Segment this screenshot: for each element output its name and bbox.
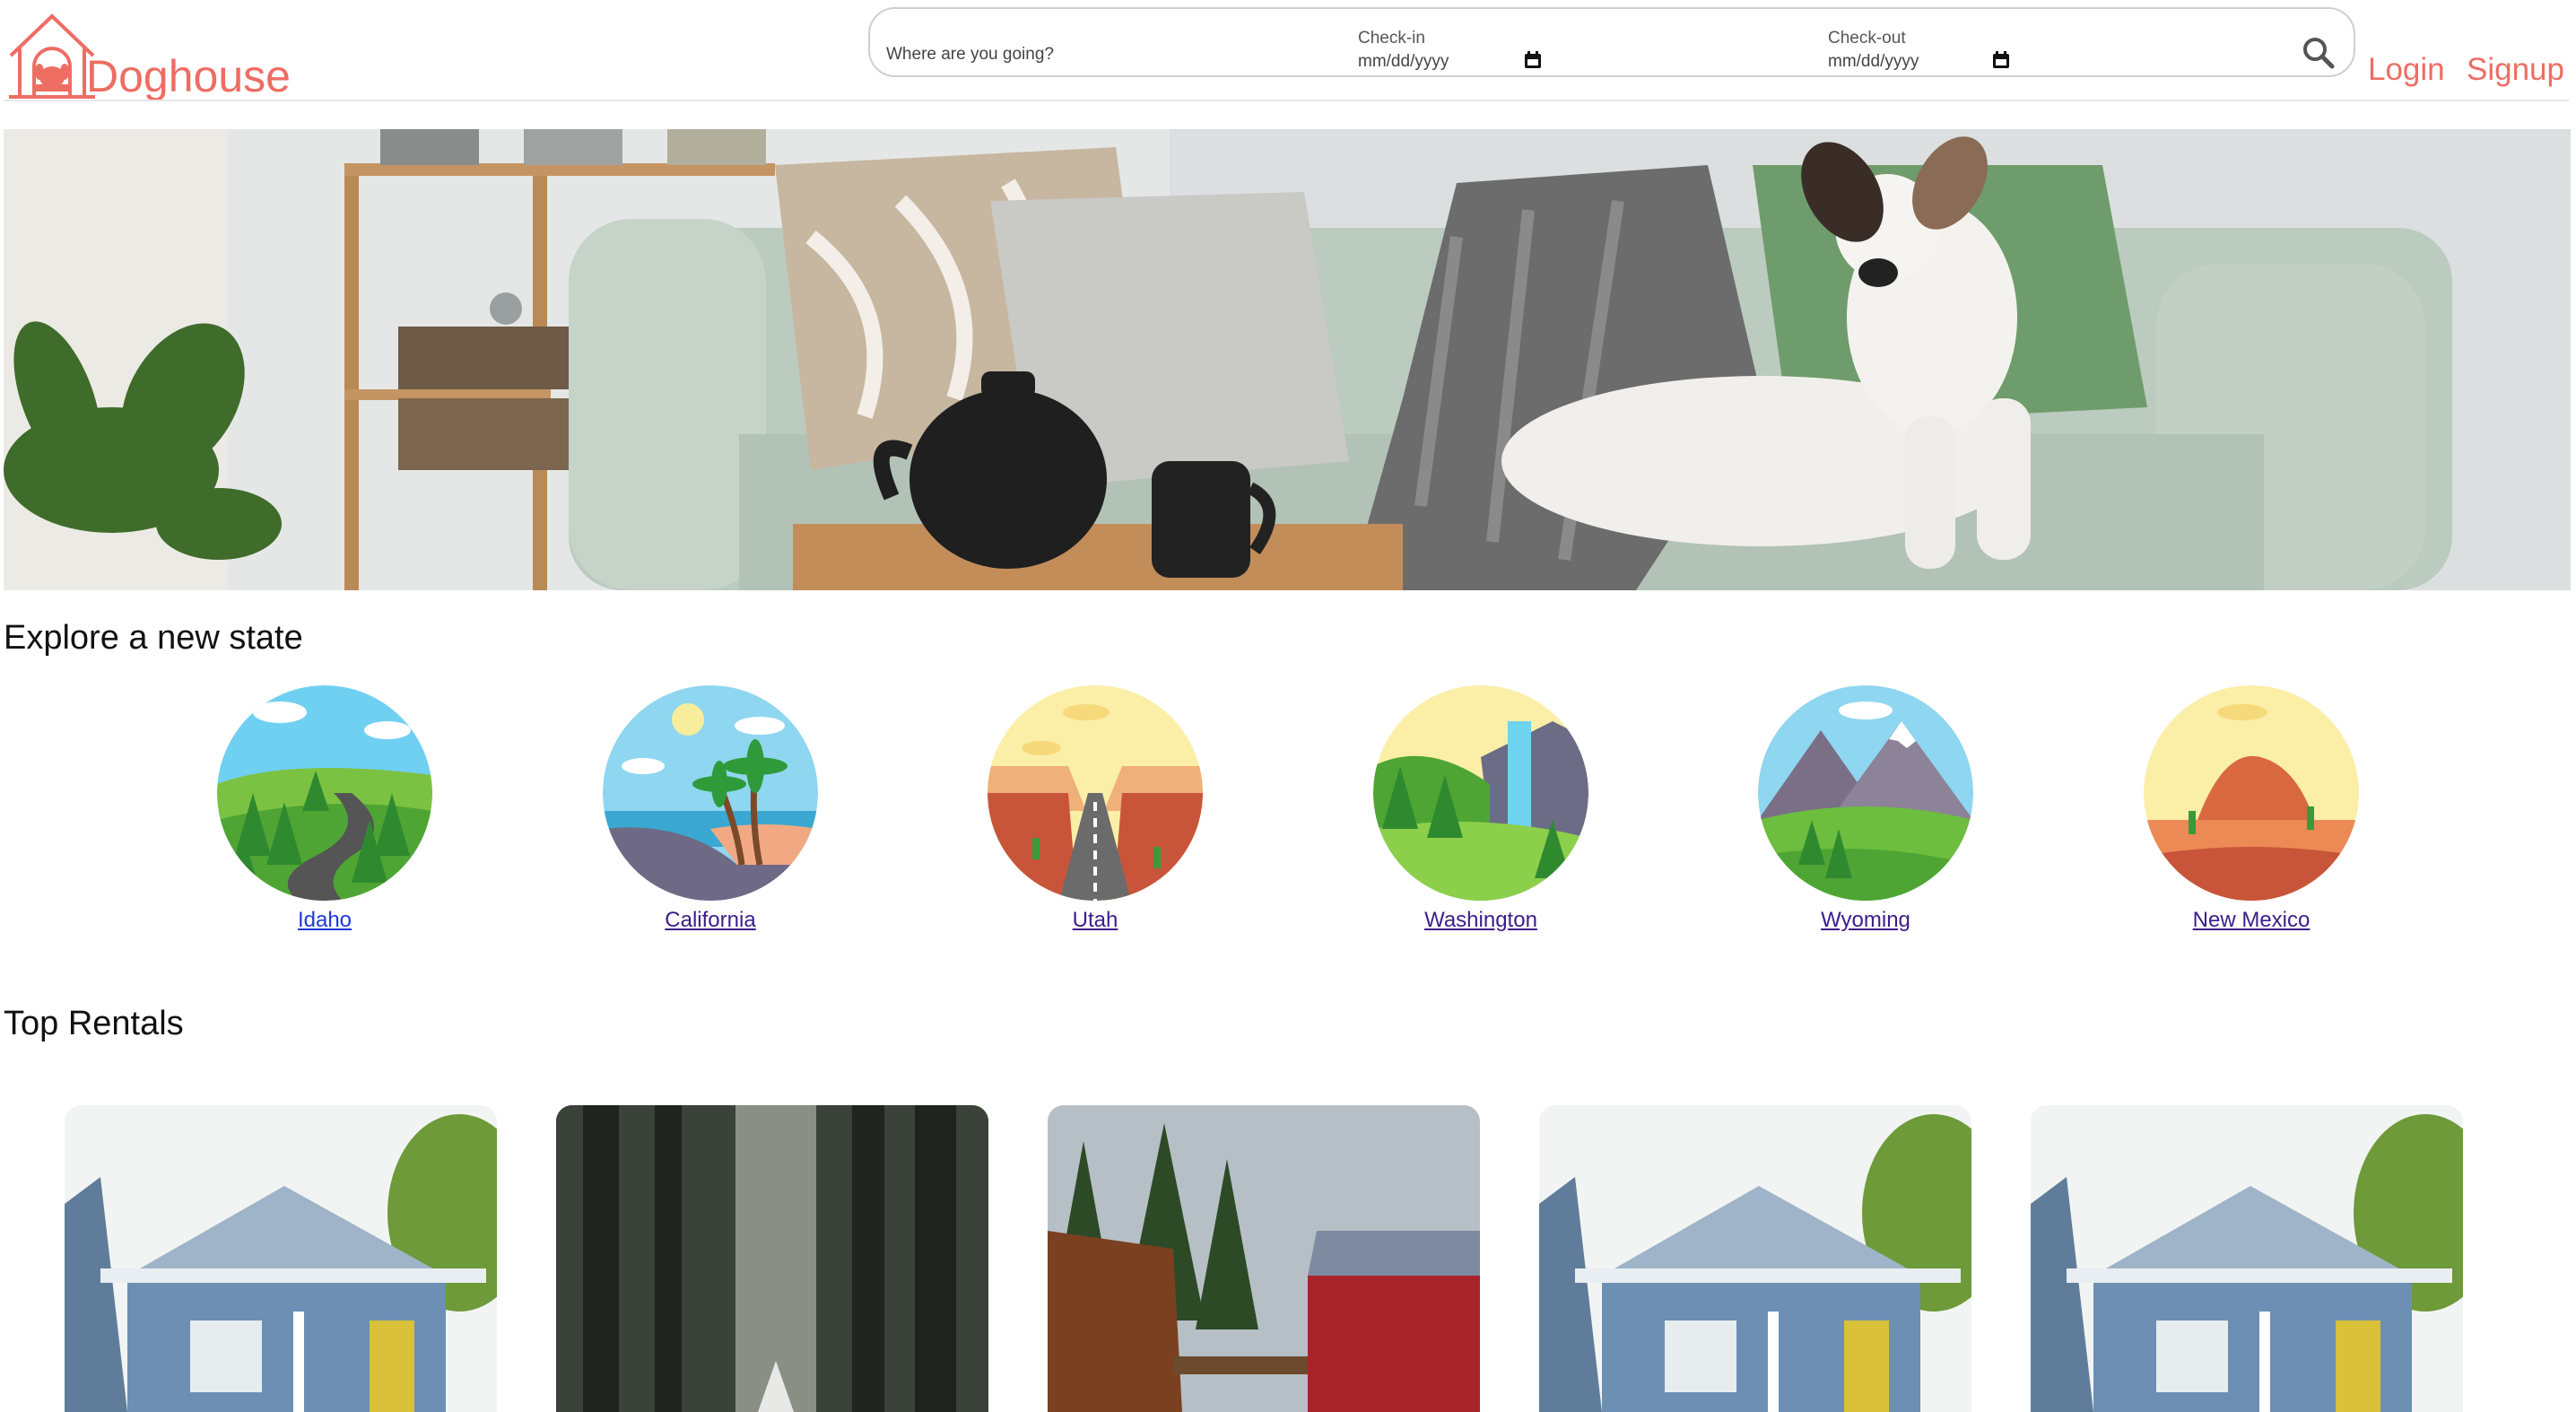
mountains-illustration (1758, 685, 1973, 901)
dog-on-sofa-photo (4, 129, 2571, 590)
site-header: Doghouse Where are you going? Check-in m… (0, 0, 2576, 101)
red-barn-photo (1048, 1105, 1480, 1412)
state-card-washington[interactable]: Washington (1373, 685, 1588, 933)
doghouse-logo-icon (9, 13, 95, 99)
forest-cabin-photo (556, 1105, 988, 1412)
brand-name: Doghouse (86, 51, 291, 101)
checkin-label: Check-in (1358, 29, 1425, 48)
state-link-utah[interactable]: Utah (1073, 908, 1118, 933)
desert-road-illustration (988, 685, 1203, 901)
checkout-calendar-icon[interactable] (1991, 50, 2011, 70)
state-card-idaho[interactable]: Idaho (217, 685, 432, 933)
state-card-utah[interactable]: Utah (988, 685, 1203, 933)
rental-card[interactable] (2031, 1105, 2463, 1412)
signup-link[interactable]: Signup (2467, 52, 2564, 88)
rentals-section-title: Top Rentals (4, 1005, 184, 1042)
state-link-washington[interactable]: Washington (1424, 908, 1537, 933)
mesa-illustration (2144, 685, 2359, 901)
checkout-date-input[interactable]: mm/dd/yyyy (1828, 52, 1919, 72)
state-card-wyoming[interactable]: Wyoming (1758, 685, 1973, 933)
explore-section-title: Explore a new state (4, 619, 303, 657)
blue-house-photo (65, 1105, 497, 1412)
rental-card[interactable] (1539, 1105, 1971, 1412)
forest-road-illustration (217, 685, 432, 901)
header-divider (4, 100, 2569, 101)
destination-input[interactable]: Where are you going? (886, 45, 1054, 65)
state-link-california[interactable]: California (665, 908, 755, 933)
waterfall-illustration (1373, 685, 1588, 901)
beach-palm-illustration (603, 685, 818, 901)
blue-house-photo (1539, 1105, 1971, 1412)
checkout-label: Check-out (1828, 29, 1906, 48)
state-link-new-mexico[interactable]: New Mexico (2193, 908, 2311, 933)
state-card-new-mexico[interactable]: New Mexico (2144, 685, 2359, 933)
rental-card[interactable] (65, 1105, 497, 1412)
checkin-calendar-icon[interactable] (1523, 50, 1543, 70)
login-link[interactable]: Login (2368, 52, 2445, 88)
search-bar: Where are you going? Check-in mm/dd/yyyy… (868, 7, 2355, 77)
state-card-california[interactable]: California (603, 685, 818, 933)
state-link-wyoming[interactable]: Wyoming (1821, 908, 1910, 933)
search-icon[interactable] (2302, 36, 2336, 70)
rental-card[interactable] (556, 1105, 988, 1412)
state-link-idaho[interactable]: Idaho (298, 908, 352, 933)
rental-card[interactable] (1048, 1105, 1480, 1412)
checkin-date-input[interactable]: mm/dd/yyyy (1358, 52, 1449, 72)
hero-banner (4, 129, 2571, 590)
blue-house-photo (2031, 1105, 2463, 1412)
logo[interactable]: Doghouse (7, 11, 303, 101)
